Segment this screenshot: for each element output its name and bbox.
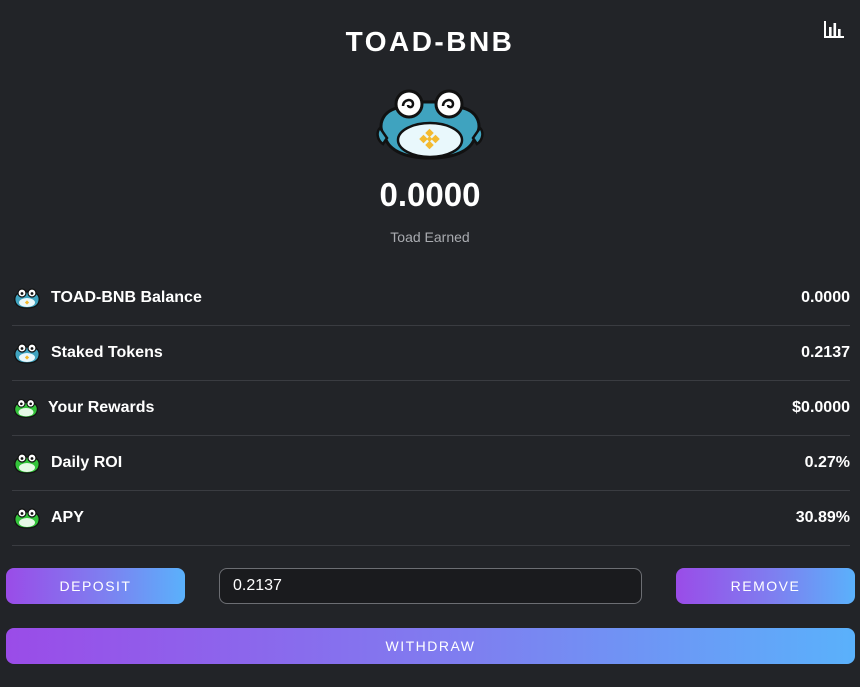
stat-row-balance: TOAD-BNB Balance 0.0000 [12, 271, 850, 326]
stat-value: 0.27% [804, 454, 850, 471]
stat-value: 30.89% [795, 509, 850, 526]
stat-label: TOAD-BNB Balance [51, 289, 202, 306]
blue-toad-icon [14, 288, 40, 309]
blue-toad-icon [14, 343, 40, 364]
deposit-button[interactable]: DEPOSIT [6, 568, 185, 604]
stats-list: TOAD-BNB Balance 0.0000 Staked Tokens 0.… [12, 271, 850, 546]
stat-label: Staked Tokens [51, 344, 163, 361]
toad-earned-value: 0.0000 [379, 176, 481, 213]
green-toad-icon [14, 399, 38, 418]
green-toad-icon [14, 453, 40, 474]
stat-value: 0.2137 [801, 344, 850, 361]
stat-row-apy: APY 30.89% [12, 491, 850, 546]
stat-value: 0.0000 [801, 289, 850, 306]
toad-bnb-logo [376, 89, 484, 160]
remove-button[interactable]: REMOVE [676, 568, 855, 604]
stat-row-daily-roi: Daily ROI 0.27% [12, 436, 850, 491]
stat-label: Your Rewards [48, 399, 155, 416]
stat-row-rewards: Your Rewards $0.0000 [12, 381, 850, 436]
stat-label: Daily ROI [51, 454, 123, 471]
withdraw-button[interactable]: WITHDRAW [6, 628, 855, 664]
toad-earned-label: Toad Earned [390, 229, 470, 245]
green-toad-icon [14, 508, 40, 529]
pool-title: TOAD-BNB [345, 26, 515, 57]
stat-value: $0.0000 [792, 399, 850, 416]
stat-label: APY [51, 509, 84, 526]
amount-input[interactable] [219, 568, 642, 604]
stat-row-staked: Staked Tokens 0.2137 [12, 326, 850, 381]
